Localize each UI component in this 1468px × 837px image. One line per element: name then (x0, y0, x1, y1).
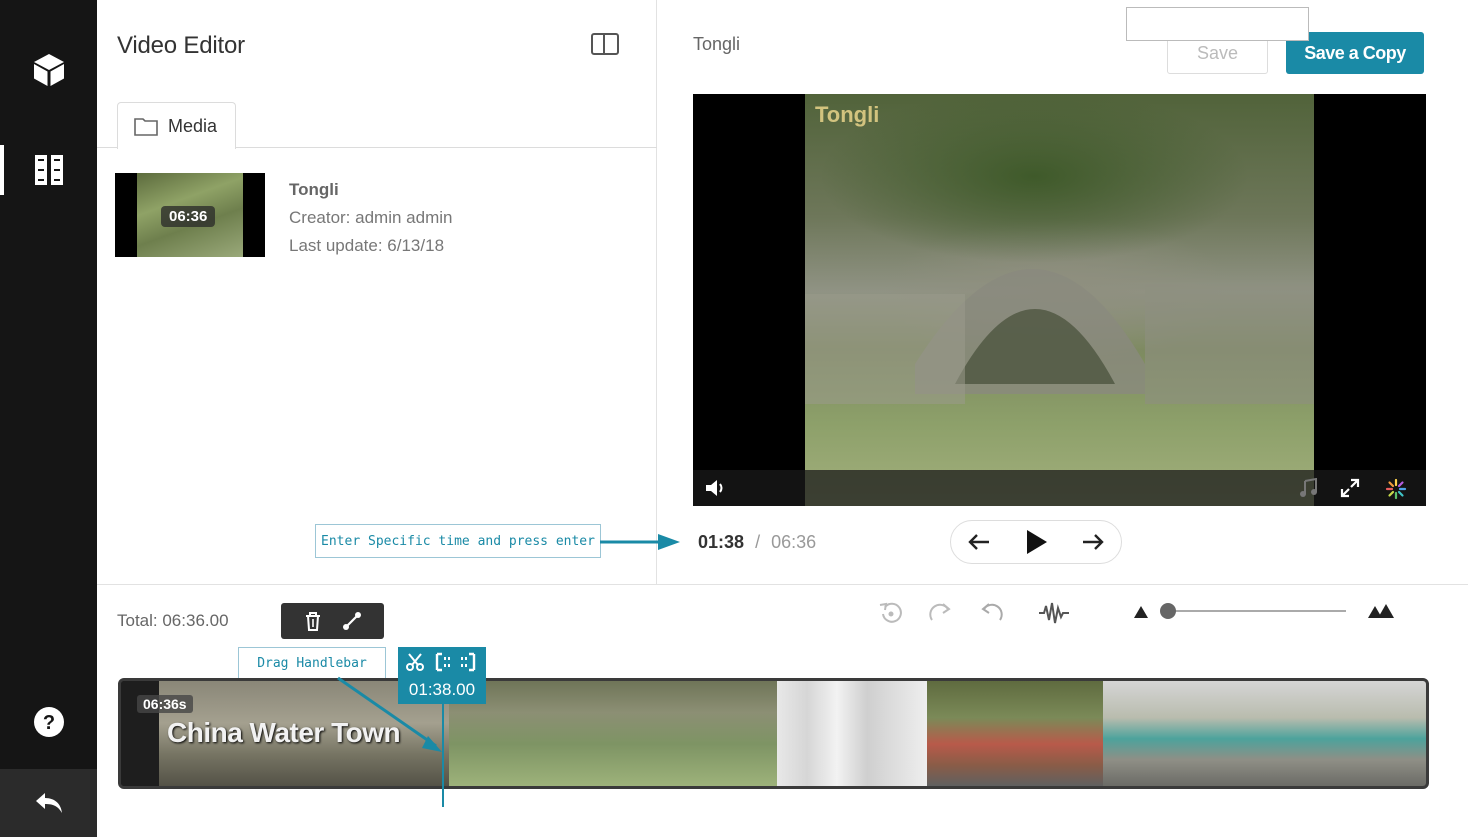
time-separator: / (755, 532, 761, 552)
next-frame-icon[interactable] (1081, 532, 1105, 552)
zoom-slider-handle[interactable] (1160, 603, 1176, 619)
trash-icon[interactable] (302, 610, 324, 632)
back-arrow-icon (35, 793, 62, 813)
folder-icon (134, 118, 158, 136)
page-title: Video Editor (117, 32, 245, 59)
video-frame (805, 94, 1314, 506)
waveform-icon[interactable] (1038, 598, 1070, 628)
svg-text:?: ? (42, 712, 54, 734)
prev-frame-icon[interactable] (967, 532, 991, 552)
loading-icon (1385, 478, 1407, 500)
undo-icon[interactable] (978, 598, 1004, 628)
tab-media-label: Media (168, 115, 218, 136)
preview-panel: Tongli Save Save a Copy Tongli 01:38 / 0… (658, 0, 1468, 584)
current-time-input[interactable]: 01:38 (698, 532, 744, 552)
cursor-tools (398, 647, 486, 676)
media-last-update: Last update: 6/13/18 (289, 236, 445, 255)
redo-icon[interactable] (928, 598, 954, 628)
clip-tools (281, 603, 384, 639)
video-title: Tongli (693, 34, 741, 54)
bridge-shape (805, 269, 1314, 404)
tab-media[interactable]: Media (117, 102, 236, 149)
media-panel: Video Editor Media 06:36 Tongli Creator:… (97, 0, 657, 584)
clip-thumb-5 (1103, 681, 1426, 786)
link-icon[interactable] (341, 610, 363, 632)
player-control-bar (693, 470, 1426, 506)
tooltip-box (1126, 7, 1309, 41)
video-editor-icon[interactable] (0, 150, 97, 190)
clip-thumb-4 (927, 681, 1103, 786)
music-icon[interactable] (1299, 478, 1319, 498)
cube-icon[interactable] (0, 48, 97, 92)
reset-icon[interactable] (878, 598, 904, 628)
timeline-divider (97, 584, 1468, 585)
panel-layout-icon[interactable] (591, 33, 619, 55)
zoom-out-icon[interactable] (1133, 605, 1149, 619)
left-rail: ? (0, 0, 97, 837)
zoom-slider-track[interactable] (1162, 610, 1346, 612)
thumbnail-duration: 06:36 (161, 206, 216, 227)
video-watermark: Tongli (815, 102, 880, 127)
media-name[interactable]: Tongli (289, 176, 452, 204)
back-button[interactable] (0, 769, 97, 837)
set-out-icon[interactable] (459, 652, 479, 672)
help-icon[interactable]: ? (0, 702, 97, 742)
fullscreen-icon[interactable] (1340, 478, 1360, 498)
playhead-handle[interactable] (442, 704, 444, 807)
zoom-in-icon[interactable] (1367, 603, 1395, 619)
timeline-clip[interactable]: 06:36s China Water Town (118, 678, 1429, 789)
total-duration: 06:36 (771, 532, 817, 552)
clip-thumb-3 (777, 681, 927, 786)
cursor-time[interactable]: 01:38.00 (398, 676, 486, 704)
playback-controls (950, 520, 1122, 564)
set-in-icon[interactable] (432, 652, 452, 672)
clip-thumb-2 (449, 681, 777, 786)
media-meta: Tongli Creator: admin admin Last update:… (289, 176, 452, 260)
time-display: 01:38 / 06:36 (698, 532, 816, 553)
time-input-hint: Enter Specific time and press enter (315, 524, 601, 558)
play-icon[interactable] (1023, 528, 1049, 556)
media-thumbnail[interactable]: 06:36 (115, 173, 265, 257)
clip-duration-badge: 06:36s (137, 695, 193, 713)
total-duration-label: Total: 06:36.00 (117, 611, 229, 630)
volume-icon[interactable] (705, 478, 727, 498)
video-player[interactable]: Tongli (693, 94, 1426, 506)
media-creator: Creator: admin admin (289, 208, 453, 227)
drag-hint: Drag Handlebar (238, 647, 386, 679)
scissors-icon[interactable] (405, 652, 425, 672)
